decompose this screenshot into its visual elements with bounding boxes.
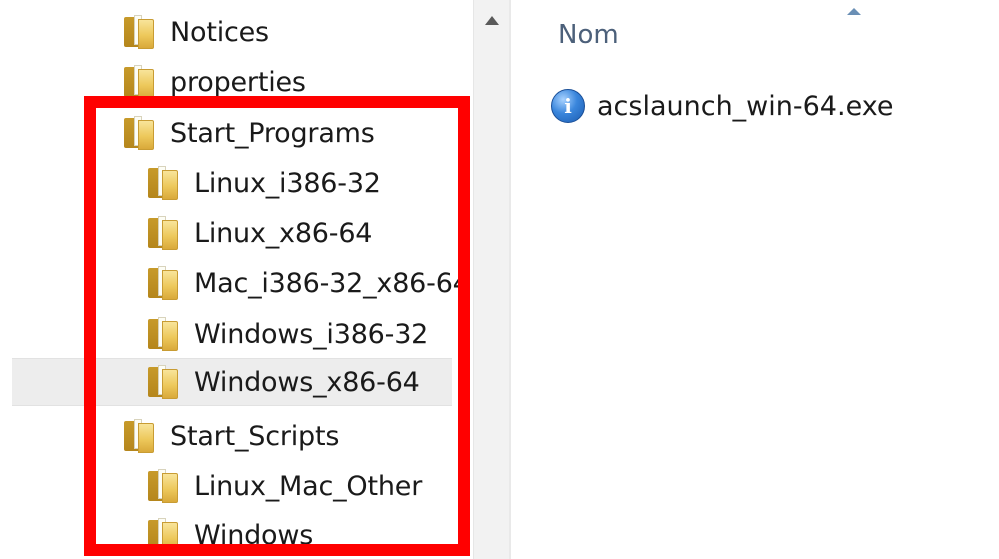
- column-header-label: Nom: [558, 20, 619, 50]
- folder-icon: [124, 65, 154, 99]
- tree-item-label: Windows_x86-64: [194, 366, 420, 398]
- tree-item-label: Mac_i386-32_x86-64: [194, 267, 470, 299]
- tree-item-label: Linux_Mac_Other: [194, 470, 423, 502]
- folder-icon: [148, 469, 178, 503]
- folder-icon: [148, 216, 178, 250]
- tree-item-label: Linux_i386-32: [194, 167, 381, 199]
- file-list-pane: Nom i acslaunch_win-64.exe: [511, 0, 999, 559]
- file-explorer-window: Notices properties Start_Programs Linux_…: [0, 0, 999, 559]
- info-icon: i: [551, 89, 585, 123]
- nav-pane-scrollbar[interactable]: [473, 0, 510, 559]
- arrow-up-icon: [485, 16, 499, 25]
- folder-icon: [148, 518, 178, 552]
- tree-item-label: Windows: [194, 519, 314, 551]
- column-header-name[interactable]: Nom: [511, 0, 999, 70]
- folder-icon: [124, 15, 154, 49]
- tree-item-label: Notices: [170, 16, 269, 48]
- folder-icon: [124, 419, 154, 453]
- tree-item-label: Windows_i386-32: [194, 318, 429, 350]
- folder-icon: [148, 317, 178, 351]
- file-name: acslaunch_win-64.exe: [597, 90, 894, 122]
- folder-icon: [148, 166, 178, 200]
- tree-item-label: Start_Programs: [170, 117, 375, 149]
- tree-item-label: Start_Scripts: [170, 420, 340, 452]
- scroll-up-button[interactable]: [474, 0, 510, 50]
- sort-ascending-icon: [847, 8, 861, 15]
- folder-icon: [148, 365, 178, 399]
- folder-icon: [124, 116, 154, 150]
- folder-icon: [148, 266, 178, 300]
- file-item[interactable]: i acslaunch_win-64.exe: [551, 82, 893, 130]
- tree-item-windows-x86-64[interactable]: Windows_x86-64: [12, 358, 452, 406]
- navigation-pane: Notices properties Start_Programs Linux_…: [0, 0, 473, 559]
- tree-item-label: properties: [170, 66, 306, 98]
- tree-item-label: Linux_x86-64: [194, 217, 373, 249]
